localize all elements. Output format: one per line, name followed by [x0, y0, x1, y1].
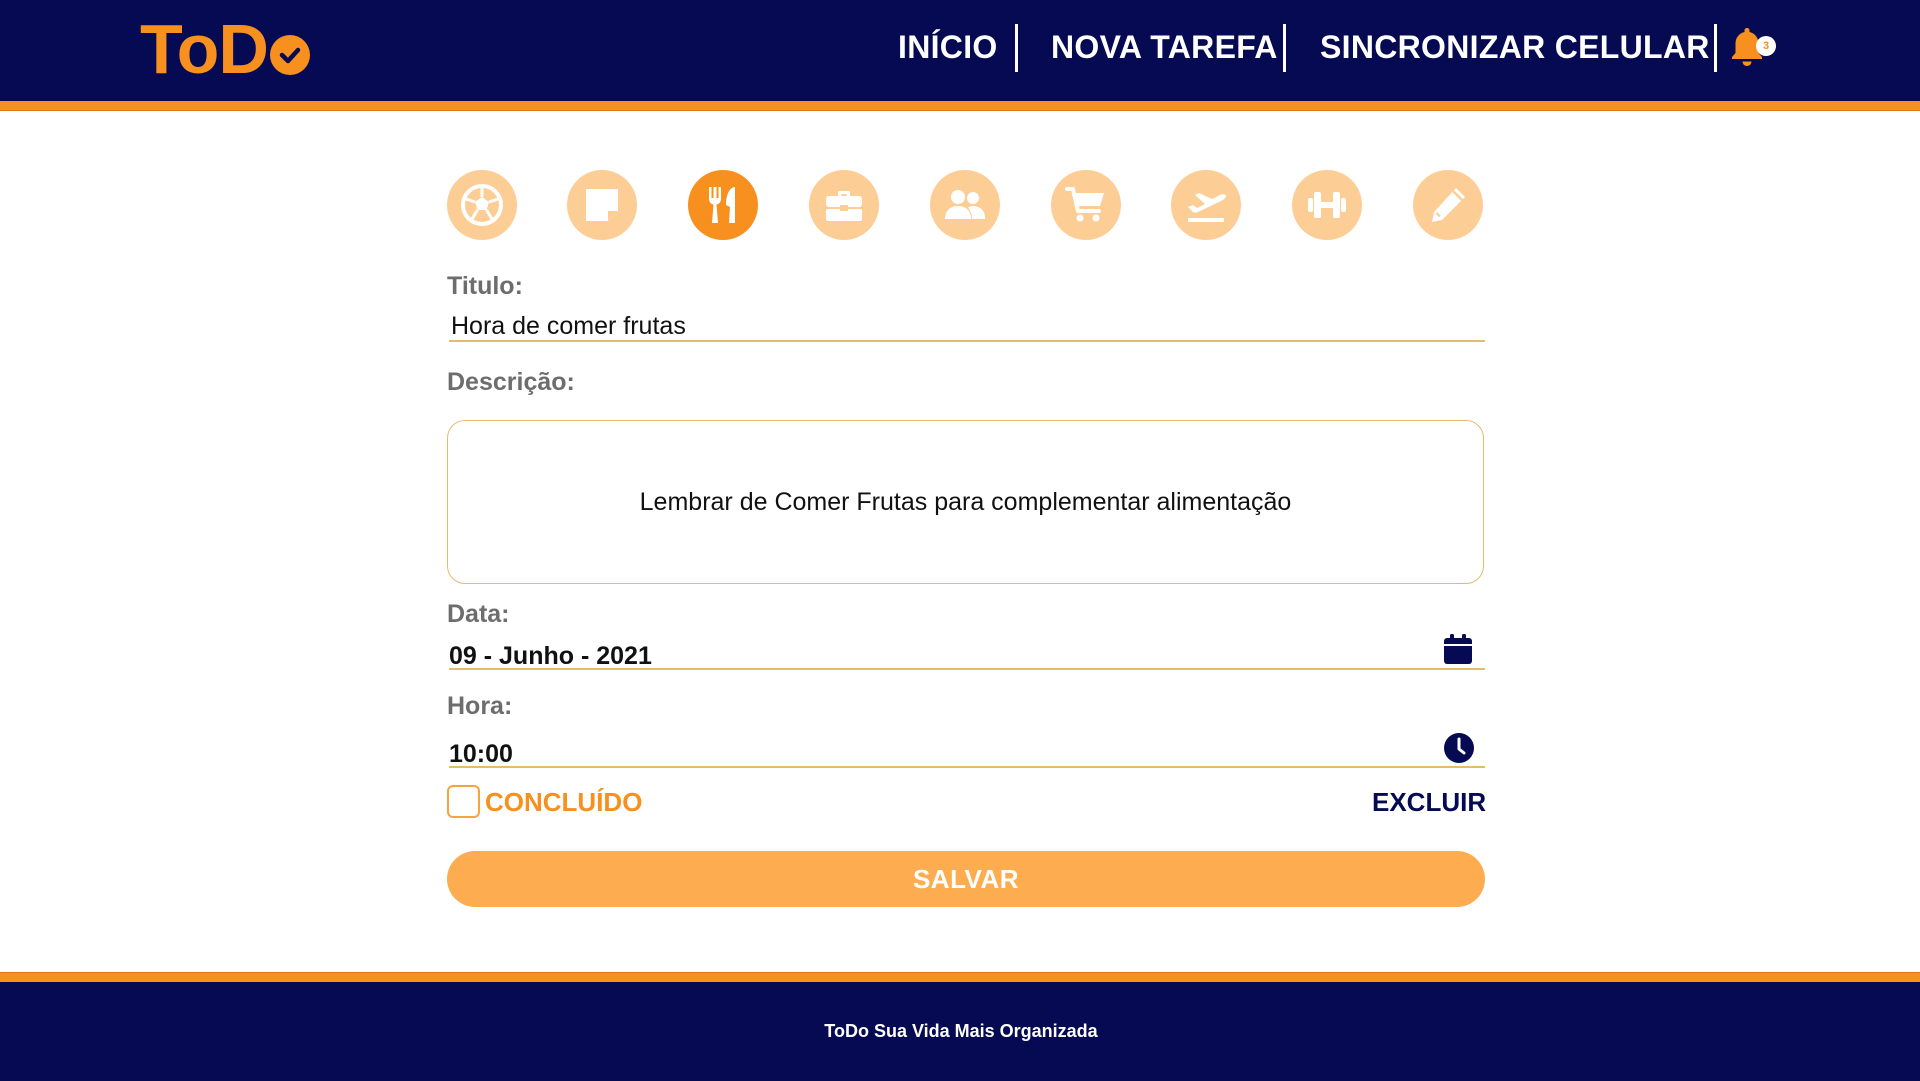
- hora-underline: [449, 766, 1485, 768]
- briefcase-icon: [826, 191, 862, 221]
- titulo-underline: [449, 340, 1485, 342]
- pencil-icon: [1432, 188, 1465, 222]
- header-accent-stripe: [0, 101, 1920, 111]
- nav-sincronizar-celular[interactable]: SINCRONIZAR CELULAR: [1320, 22, 1710, 72]
- logo-text: ToD: [140, 10, 269, 88]
- nav-nova-tarefa-label[interactable]: NOVA TAREFA: [1051, 29, 1278, 66]
- nav-inicio[interactable]: INÍCIO: [898, 22, 998, 72]
- fork-knife-icon: [709, 187, 735, 223]
- titulo-label: Titulo:: [447, 272, 523, 300]
- clock-icon[interactable]: [1442, 731, 1476, 765]
- check-circle-icon: [269, 35, 310, 75]
- footer: ToDo Sua Vida Mais Organizada: [0, 982, 1920, 1081]
- top-navbar: ToD INÍCIO NOVA TAREFA SINCRONIZAR CELUL…: [0, 0, 1920, 101]
- concluido-label[interactable]: CONCLUÍDO: [485, 787, 642, 818]
- category-travel[interactable]: [1171, 170, 1241, 240]
- nav-nova-tarefa[interactable]: NOVA TAREFA: [1051, 22, 1278, 72]
- concluido-checkbox[interactable]: [447, 785, 480, 818]
- descricao-label: Descrição:: [447, 368, 575, 396]
- category-shopping[interactable]: [1051, 170, 1121, 240]
- category-food[interactable]: [688, 170, 758, 240]
- category-social[interactable]: [930, 170, 1000, 240]
- data-underline: [449, 668, 1485, 670]
- nav-divider: [1015, 24, 1018, 72]
- category-sports[interactable]: [447, 170, 517, 240]
- nav-inicio-label[interactable]: INÍCIO: [898, 29, 998, 66]
- salvar-button[interactable]: SALVAR: [447, 851, 1485, 907]
- salvar-label: SALVAR: [912, 863, 1020, 894]
- data-value[interactable]: 09 - Junho - 2021: [449, 642, 652, 671]
- hora-label: Hora:: [447, 692, 513, 720]
- footer-text: ToDo Sua Vida Mais Organizada: [824, 1021, 1098, 1041]
- descricao-text: Lembrar de Comer Frutas para complementa…: [639, 487, 1292, 516]
- category-notes[interactable]: [567, 170, 637, 240]
- notifications-button[interactable]: 3: [1730, 26, 1780, 70]
- calendar-icon[interactable]: [1441, 632, 1475, 666]
- titulo-input[interactable]: [449, 310, 1483, 342]
- hora-value[interactable]: 10:00: [449, 740, 513, 769]
- cart-icon: [1065, 187, 1104, 222]
- category-fitness[interactable]: [1292, 170, 1362, 240]
- nav-sincronizar-label[interactable]: SINCRONIZAR CELULAR: [1320, 29, 1710, 66]
- nav-divider: [1283, 24, 1286, 72]
- category-other[interactable]: [1413, 170, 1483, 240]
- plane-departure-icon: [1188, 193, 1226, 222]
- footer-accent-stripe: [0, 972, 1920, 982]
- todo-logo[interactable]: ToD: [140, 14, 310, 84]
- dumbbell-icon: [1308, 192, 1346, 218]
- note-icon: [586, 189, 618, 221]
- nav-divider: [1714, 24, 1717, 72]
- users-icon: [945, 190, 985, 219]
- descricao-textarea[interactable]: Lembrar de Comer Frutas para complementa…: [447, 420, 1484, 584]
- category-work[interactable]: [809, 170, 879, 240]
- data-label: Data:: [447, 600, 510, 628]
- excluir-button[interactable]: EXCLUIR: [1372, 787, 1486, 818]
- notification-count-badge: 3: [1756, 36, 1776, 56]
- soccer-ball-icon: [461, 184, 503, 226]
